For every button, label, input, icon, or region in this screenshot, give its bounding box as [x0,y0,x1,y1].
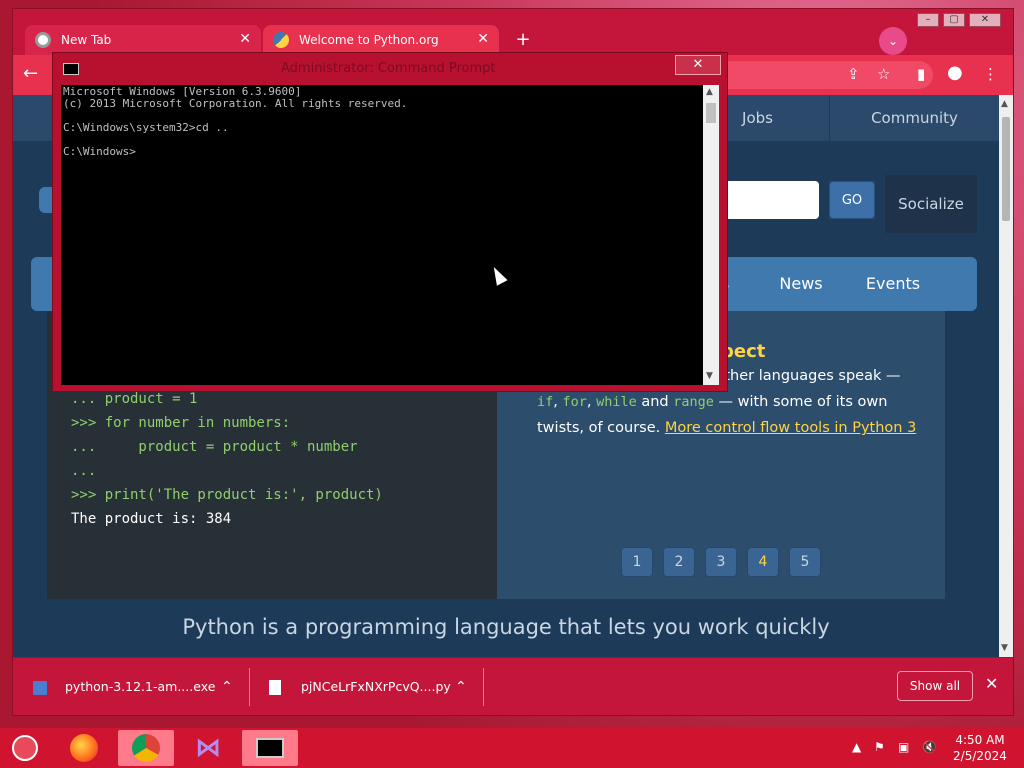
minimize-button[interactable]: – [917,13,939,27]
code-keyword: if [537,394,554,410]
back-arrow-icon[interactable]: ← [23,63,38,84]
file-icon [269,680,281,695]
visual-studio-icon: ⋈ [195,733,221,763]
cmd-icon [63,63,79,75]
scroll-thumb[interactable] [1002,117,1010,221]
cmd-scrollbar[interactable]: ▲ ▼ [703,85,719,385]
download-item-python-installer[interactable]: python-3.12.1-am....exe [33,658,215,716]
code-keyword: range [673,394,714,410]
flag-icon[interactable]: ⚑ [874,740,885,754]
cmd-icon [256,738,284,758]
cmd-console[interactable]: Microsoft Windows [Version 6.3.9600] (c)… [61,85,703,385]
cmd-title-bar[interactable]: Administrator: Command Prompt ✕ [53,53,727,85]
chrome-icon [132,734,160,762]
cmd-line: C:\Windows\system32>cd .. [63,121,229,134]
search-input[interactable] [713,181,819,219]
taskbar: ⋈ ▲ ⚑ ▣ 🔇 4:50 AM 2/5/2024 [0,728,1024,768]
slide-text-sep: , [586,394,597,410]
profile-icon[interactable]: ● [947,62,963,83]
donate-pill[interactable] [39,187,53,213]
code-keyword: for [562,394,587,410]
scroll-down-icon[interactable]: ▼ [1001,643,1008,653]
menu-kebab-icon[interactable]: ⋮ [983,65,998,83]
tab-label: New Tab [61,33,112,47]
slide-text-and: and [636,394,674,410]
tab-label: Welcome to Python.org [299,33,439,47]
pager-5[interactable]: 5 [789,547,821,577]
close-icon[interactable]: ✕ [985,674,998,693]
taskbar-visual-studio[interactable]: ⋈ [180,730,236,766]
divider [249,668,250,706]
pager-3[interactable]: 3 [705,547,737,577]
firefox-icon [70,734,98,762]
start-button[interactable] [0,730,50,766]
python-icon [273,32,289,48]
download-item-py-file[interactable]: pjNCeLrFxNXrPcvQ....py [269,658,451,716]
downloads-bar: python-3.12.1-am....exe ⌃ pjNCeLrFxNXrPc… [13,657,1013,715]
scroll-down-icon[interactable]: ▼ [706,371,713,381]
cmd-title: Administrator: Command Prompt [281,61,496,76]
nav-events[interactable]: Events [855,257,931,311]
maximize-button[interactable]: ▢ [943,13,965,27]
tab-strip: New Tab ✕ Welcome to Python.org ✕ + ⌄ – … [13,9,1013,55]
new-tab-button[interactable]: + [511,29,535,53]
divider [483,668,484,706]
taskbar-chrome[interactable] [118,730,174,766]
share-icon[interactable]: ⇪ [847,65,860,83]
code-output: The product is: 384 [71,511,232,527]
tab-new-tab[interactable]: New Tab ✕ [25,25,261,55]
more-control-flow-link[interactable]: More control flow tools in Python 3 [665,420,916,436]
installer-icon [33,680,47,695]
nav-news[interactable]: News [763,257,839,311]
scroll-up-icon[interactable]: ▲ [706,87,713,97]
sidebar-icon[interactable]: ▮ [917,65,925,83]
code-line: ... product = 1 [71,391,198,407]
code-line: >>> print('The product is:', product) [71,487,383,503]
page-scrollbar[interactable]: ▲ ▼ [999,95,1013,657]
code-keyword: while [596,394,637,410]
taskbar-firefox[interactable] [56,730,112,766]
code-line: ... [71,463,97,479]
close-tab-icon[interactable]: ✕ [239,31,251,47]
volume-muted-icon[interactable]: 🔇 [922,740,937,754]
start-logo-icon [12,735,38,761]
download-name: pjNCeLrFxNXrPcvQ....py [300,679,451,694]
tab-python-org[interactable]: Welcome to Python.org ✕ [263,25,499,55]
clock-date: 2/5/2024 [953,749,1007,763]
cmd-line: C:\Windows> [63,145,136,158]
chevron-up-icon[interactable]: ⌃ [221,658,233,716]
chevron-down-icon[interactable]: ⌄ [879,27,907,55]
show-all-button[interactable]: Show all [897,671,973,701]
scroll-thumb[interactable] [706,103,716,123]
pager-4[interactable]: 4 [747,547,779,577]
tray-expand-icon[interactable]: ▲ [852,740,861,754]
close-window-button[interactable]: ✕ [969,13,1001,27]
nav-community[interactable]: Community [829,95,999,141]
chevron-up-icon[interactable]: ⌃ [455,658,467,716]
cmd-line: (c) 2013 Microsoft Corporation. All righ… [63,97,408,110]
chrome-icon [35,32,51,48]
download-name: python-3.12.1-am....exe [64,679,216,694]
scroll-up-icon[interactable]: ▲ [1001,99,1008,109]
taskbar-cmd[interactable] [242,730,298,766]
code-line: ... product = product * number [71,439,358,455]
taskbar-clock[interactable]: 4:50 AM 2/5/2024 [950,732,1010,764]
go-button[interactable]: GO [829,181,875,219]
command-prompt-window: Administrator: Command Prompt ✕ Microsof… [52,52,728,392]
tagline: Python is a programming language that le… [182,615,830,639]
socialize-button[interactable]: Socialize [885,175,977,233]
clock-time: 4:50 AM [955,733,1005,747]
pager-2[interactable]: 2 [663,547,695,577]
bookmark-star-icon[interactable]: ☆ [877,65,890,83]
network-icon[interactable]: ▣ [898,740,909,754]
code-line: >>> for number in numbers: [71,415,291,431]
cmd-close-button[interactable]: ✕ [675,55,721,75]
pager-1[interactable]: 1 [621,547,653,577]
close-tab-icon[interactable]: ✕ [477,31,489,47]
